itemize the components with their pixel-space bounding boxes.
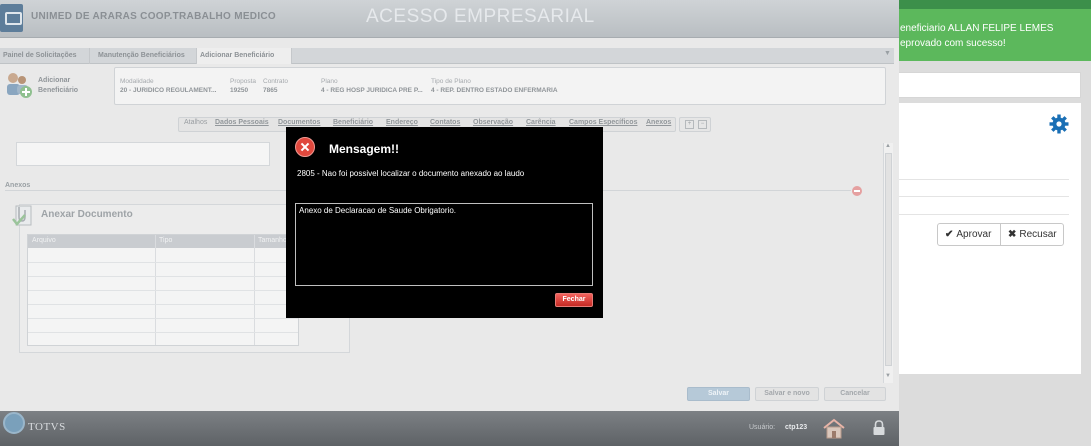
dialog-message: 2805 - Nao foi possivel localizar o docu…: [297, 169, 525, 178]
table-row: [28, 332, 298, 333]
lock-icon[interactable]: [872, 420, 886, 436]
column-tamanho[interactable]: Tamanho: [258, 237, 287, 244]
chevron-down-icon[interactable]: ▼: [884, 50, 894, 62]
previous-section-box: [16, 142, 270, 166]
approve-label: Aprovar: [956, 229, 992, 240]
tab-adicionar-beneficiario[interactable]: Adicionar Beneficiário: [197, 48, 292, 64]
field-contrato-value: 7865: [263, 87, 278, 94]
reject-label: Recusar: [1019, 229, 1057, 240]
add-beneficiary-label: Adicionar Beneficiário: [38, 77, 79, 94]
field-tipo-plano: Tipo de Plano 4 - REP. DENTRO ESTADO ENFE…: [431, 77, 558, 95]
field-proposta-label: Proposta: [230, 78, 257, 85]
organization-name: UNIMED DE ARARAS COOP.TRABALHO MEDICO: [31, 11, 276, 22]
error-icon: [295, 137, 315, 157]
portal-title: ACESSO EMPRESARIAL: [366, 6, 595, 28]
expand-all-icon[interactable]: +: [685, 120, 694, 129]
shortcut-anexos[interactable]: Anexos: [646, 119, 671, 126]
gear-icon[interactable]: [1049, 114, 1069, 134]
table-header: Arquivo Tipo Tamanho: [28, 235, 298, 248]
column-arquivo[interactable]: Arquivo: [32, 237, 56, 244]
table-row: [28, 290, 298, 291]
table-row: [28, 304, 298, 305]
x-icon: ✖: [1008, 229, 1017, 240]
shortcut-beneficiario[interactable]: Beneficiário: [333, 119, 373, 126]
table-row: [28, 276, 298, 277]
totvs-brand: TOTVS: [28, 421, 66, 433]
tab-manutencao-beneficiarios[interactable]: Manutenção Beneficiários: [95, 48, 197, 64]
monitor-icon[interactable]: [0, 4, 23, 32]
shortcut-carencia[interactable]: Carência: [526, 119, 556, 126]
field-plano: Plano 4 - REG HOSP JURIDICA PRE P...: [321, 77, 423, 95]
right-top-bar: [899, 0, 1091, 9]
add-user-icon: [7, 73, 32, 98]
user-label: Usuário:: [749, 424, 776, 431]
scrollbar-thumb[interactable]: [885, 153, 892, 366]
field-modalidade: Modalidade 20 - JURIDICO REGULAMENT...: [120, 77, 216, 95]
scroll-up-icon[interactable]: ▲: [885, 143, 891, 149]
shortcut-documentos[interactable]: Documentos: [278, 119, 320, 126]
table-row: [28, 318, 298, 319]
shortcut-prefix: Atalhos: [184, 119, 208, 126]
attach-document-title: Anexar Documento: [41, 209, 133, 220]
card-divider: [899, 196, 1069, 197]
tab-bar: Painel de Solicitações Manutenção Benefi…: [0, 48, 894, 64]
tab-painel-solicitacoes[interactable]: Painel de Solicitações: [0, 48, 90, 64]
cancel-button[interactable]: Cancelar: [824, 387, 886, 401]
shortcut-dados-pessoais[interactable]: Dados Pessoais: [215, 119, 269, 126]
attach-document-icon: [12, 205, 32, 226]
shortcut-endereco[interactable]: Endereço: [386, 119, 418, 126]
field-tipo-plano-label: Tipo de Plano: [431, 78, 471, 85]
portal-title-part-2: EMPRESARIAL: [453, 6, 595, 27]
field-contrato: Contrato 7865: [263, 77, 288, 95]
approve-button[interactable]: ✔ Aprovar: [937, 223, 1001, 246]
column-tipo[interactable]: Tipo: [159, 237, 172, 244]
field-plano-value: 4 - REG HOSP JURIDICA PRE P...: [321, 87, 423, 94]
scroll-down-icon[interactable]: ▼: [885, 373, 891, 379]
field-modalidade-value: 20 - JURIDICO REGULAMENT...: [120, 87, 217, 94]
field-tipo-plano-value: 4 - REP. DENTRO ESTADO ENFERMARIA: [431, 87, 558, 94]
collapse-all-icon[interactable]: −: [698, 120, 707, 129]
table-row: [28, 262, 298, 263]
portal-title-part-1: ACESSO: [366, 6, 449, 27]
reject-button[interactable]: ✖ Recusar: [1000, 223, 1064, 246]
field-proposta-value: 19250: [230, 87, 249, 94]
dialog-title: Mensagem!!: [329, 142, 400, 156]
dialog-detail-textarea[interactable]: Anexo de Declaracao de Saude Obrigatorio…: [295, 203, 593, 286]
notification-text: eneficiario ALLAN FELIPE LEMES eprovado …: [900, 23, 1054, 49]
home-icon[interactable]: [822, 417, 846, 439]
field-contrato-label: Contrato: [263, 78, 288, 85]
documents-table: Arquivo Tipo Tamanho: [27, 234, 299, 346]
save-and-new-button[interactable]: Salvar e novo: [755, 387, 819, 401]
card-divider: [899, 179, 1069, 180]
check-icon: ✔: [945, 229, 954, 240]
vertical-scrollbar[interactable]: ▲ ▼: [883, 143, 893, 383]
user-value: ctp123: [785, 424, 808, 431]
remove-section-icon[interactable]: [852, 186, 862, 196]
card-divider: [899, 214, 1069, 215]
field-modalidade-label: Modalidade: [120, 78, 154, 85]
field-plano-label: Plano: [321, 78, 338, 85]
close-button[interactable]: Fechar: [555, 293, 593, 307]
anexos-section-label: Anexos: [5, 182, 31, 189]
field-proposta: Proposta 19250: [230, 77, 256, 95]
shortcut-observacao[interactable]: Observação: [473, 119, 513, 126]
expand-collapse-controls: + −: [679, 117, 711, 132]
right-search-input[interactable]: [899, 72, 1081, 98]
shortcut-campos-especificos[interactable]: Campos Específicos: [569, 119, 637, 126]
shortcut-contatos[interactable]: Contatos: [430, 119, 460, 126]
save-button[interactable]: Salvar: [687, 387, 750, 401]
totvs-logo-icon: [3, 412, 25, 434]
